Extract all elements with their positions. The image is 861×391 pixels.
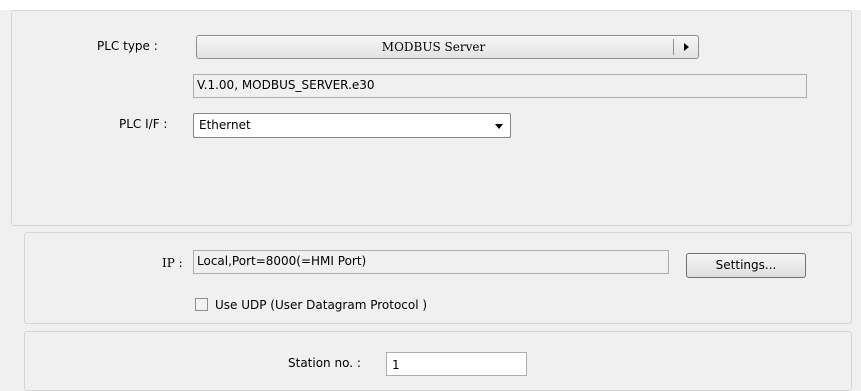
plc-type-separator (673, 39, 674, 55)
station-label: Station no. : (288, 356, 361, 370)
plc-type-value: MODBUS Server (381, 40, 486, 54)
settings-button[interactable]: Settings... (686, 253, 806, 278)
plc-if-dropdown[interactable]: Ethernet (193, 113, 511, 138)
ip-field: Local,Port=8000(=HMI Port) (193, 250, 669, 274)
ip-settings-panel (24, 232, 852, 324)
plc-version-field: V.1.00, MODBUS_SERVER.e30 (193, 74, 807, 98)
use-udp-checkbox[interactable] (195, 298, 208, 311)
top-strip (0, 0, 861, 10)
station-number-value: 1 (392, 358, 400, 372)
ip-value: Local,Port=8000(=HMI Port) (197, 254, 367, 268)
ip-label: IP : (162, 256, 183, 270)
triangle-right-icon (684, 43, 689, 51)
plc-if-value: Ethernet (199, 118, 251, 132)
plc-if-label: PLC I/F : (119, 117, 168, 131)
plc-type-selector[interactable]: MODBUS Server (196, 35, 699, 59)
use-udp-label[interactable]: Use UDP (User Datagram Protocol ) (215, 298, 427, 312)
plc-type-label: PLC type : (97, 39, 158, 53)
plc-version-text: V.1.00, MODBUS_SERVER.e30 (197, 78, 375, 92)
chevron-down-icon (495, 124, 503, 129)
station-number-input[interactable]: 1 (386, 352, 527, 376)
